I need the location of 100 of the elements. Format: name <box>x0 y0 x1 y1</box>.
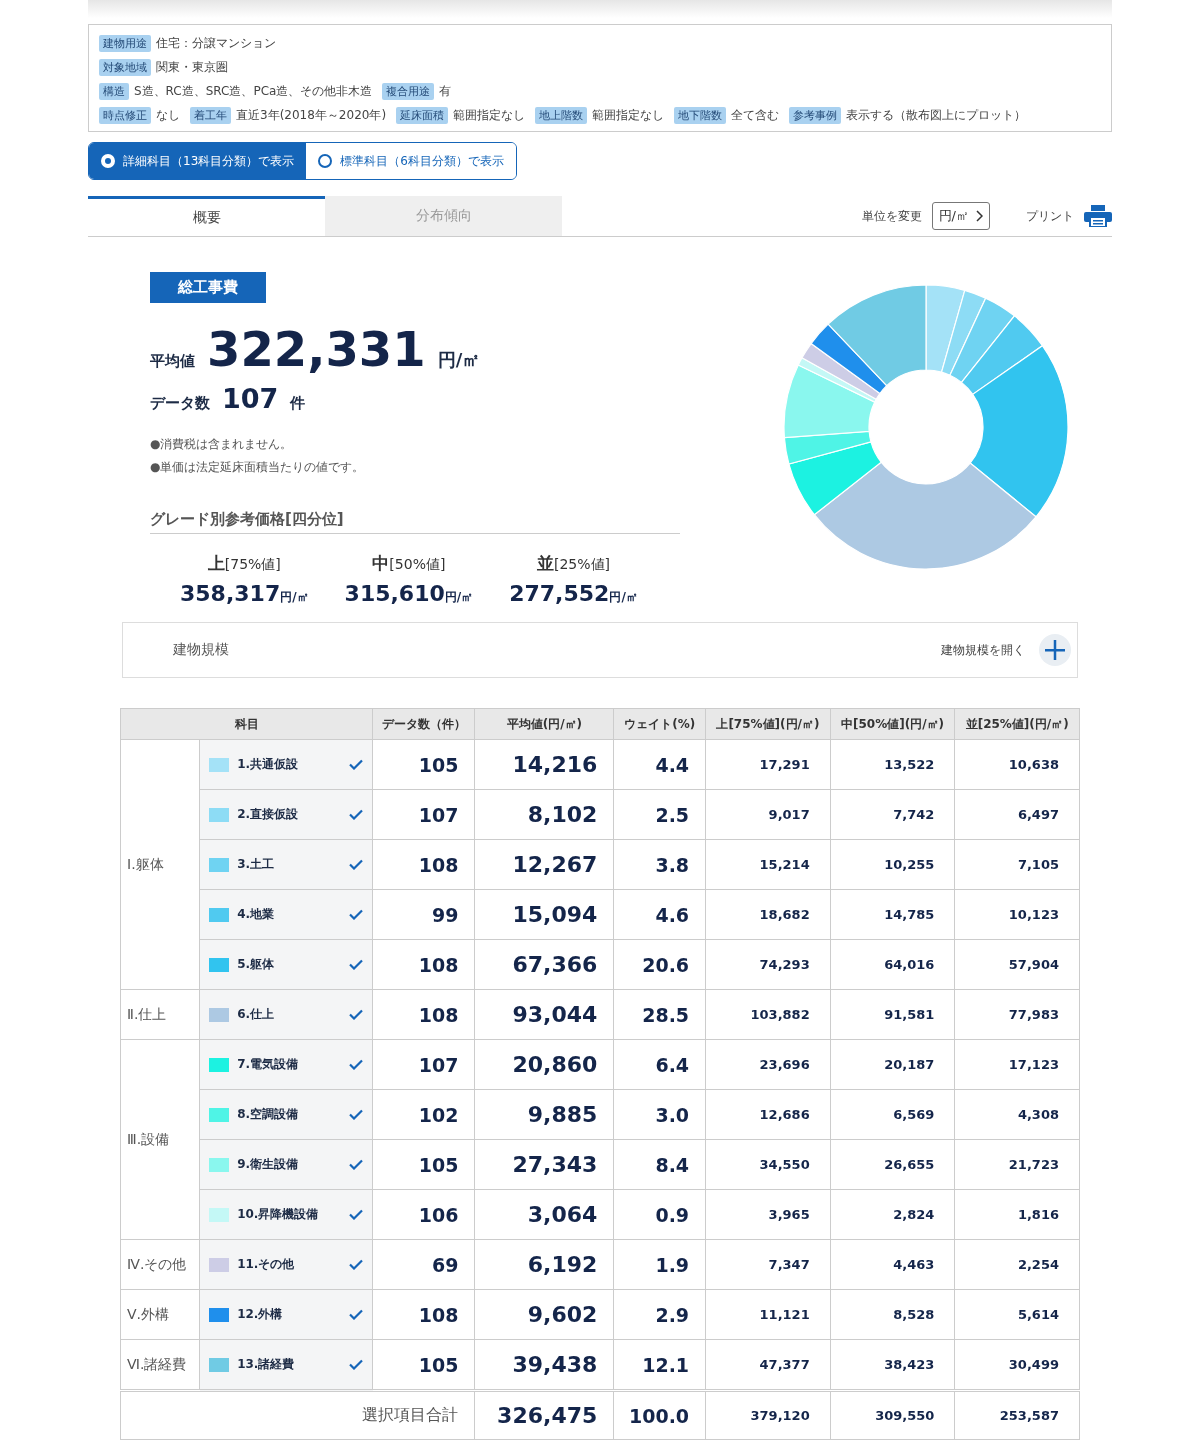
check-icon[interactable] <box>349 959 364 970</box>
plus-icon <box>1045 640 1065 660</box>
filter-tag: 地上階数 <box>535 106 588 124</box>
table-cell: 100.0 <box>613 1390 706 1440</box>
column-header: 上[75%値](円/㎡) <box>705 708 831 740</box>
item-name: 9.衛生設備 <box>237 1156 300 1173</box>
item-name: 6.仕上 <box>237 1006 276 1023</box>
item-name: 11.その他 <box>237 1256 296 1273</box>
grade-title: グレード別参考価格[四分位] <box>150 510 680 534</box>
table-cell: 9,017 <box>705 789 831 840</box>
table-cell: 379,120 <box>705 1390 831 1440</box>
table-cell: 57,904 <box>954 939 1080 990</box>
table-cell: 20.6 <box>613 939 706 990</box>
chevron-right-icon <box>975 210 983 222</box>
table-cell: 10,255 <box>830 839 955 890</box>
table-cell: 105 <box>372 1139 475 1190</box>
item-name: 10.昇降機設備 <box>237 1206 320 1223</box>
table-cell: 12,267 <box>474 839 614 890</box>
table-cell: 99 <box>372 889 475 940</box>
filter-value: 全て含む <box>731 106 780 124</box>
table-cell: 28.5 <box>613 989 706 1040</box>
table-cell: 108 <box>372 939 475 990</box>
count-value: 107 <box>222 383 279 414</box>
check-icon[interactable] <box>349 1059 364 1070</box>
column-header: 平均値(円/㎡) <box>474 708 614 740</box>
note-text: ●消費税は含まれません。 <box>150 436 294 453</box>
item-name: 2.直接仮設 <box>237 806 300 823</box>
table-cell: 14,216 <box>474 739 614 790</box>
filter-tag: 地下階数 <box>674 106 727 124</box>
total-label: 選択項目合計 <box>120 1390 475 1440</box>
unit-button[interactable]: 円/㎡ <box>931 202 990 230</box>
table-cell: 7,105 <box>954 839 1080 890</box>
check-icon[interactable] <box>349 1309 364 1320</box>
table-cell: 8,528 <box>830 1289 955 1340</box>
item-name: 3.土工 <box>237 856 276 873</box>
table-cell: 326,475 <box>474 1390 614 1440</box>
check-icon[interactable] <box>349 859 364 870</box>
unit-text: 件 <box>290 394 306 413</box>
table-cell: 17,291 <box>705 739 831 790</box>
table-cell: 2.5 <box>613 789 706 840</box>
table-cell: 26,655 <box>830 1139 955 1190</box>
table-cell: 17,123 <box>954 1039 1080 1090</box>
check-icon[interactable] <box>349 1259 364 1270</box>
check-icon[interactable] <box>349 1109 364 1120</box>
table-cell: 9,885 <box>474 1089 614 1140</box>
table-cell: 10,638 <box>954 739 1080 790</box>
check-icon[interactable] <box>349 1159 364 1170</box>
filter-value: 直近3年(2018年～2020年) <box>236 106 387 124</box>
filter-value: S造、RC造、SRC造、PCa造、その他非木造 <box>134 82 373 100</box>
table-cell: 67,366 <box>474 939 614 990</box>
table-cell: 7,347 <box>705 1239 831 1290</box>
table-cell: 27,343 <box>474 1139 614 1190</box>
percentile-label: [50%値] <box>389 556 446 572</box>
panel-title: 建物規模 <box>173 641 229 659</box>
grade-value: 315,610 <box>344 581 445 606</box>
table-cell: 108 <box>372 839 475 890</box>
check-icon[interactable] <box>349 1359 364 1370</box>
average-label: 平均値 <box>150 352 195 371</box>
table-cell: 107 <box>372 1039 475 1090</box>
item-name: 1.共通仮設 <box>237 756 300 773</box>
group-cell: Ⅱ.仕上 <box>120 989 200 1040</box>
filter-value: 有 <box>439 82 452 100</box>
table-cell: 3.8 <box>613 839 706 890</box>
table-cell: 91,581 <box>830 989 955 1040</box>
table-cell: 15,094 <box>474 889 614 940</box>
check-icon[interactable] <box>349 759 364 770</box>
table-cell: 8.4 <box>613 1139 706 1190</box>
table-cell: 107 <box>372 789 475 840</box>
table-cell: 7,742 <box>830 789 955 840</box>
expand-button[interactable] <box>1039 634 1071 666</box>
table-cell: 108 <box>372 1289 475 1340</box>
check-icon[interactable] <box>349 1009 364 1020</box>
check-icon[interactable] <box>349 809 364 820</box>
filter-tag: 建物用途 <box>99 34 151 52</box>
table-cell: 4,463 <box>830 1239 955 1290</box>
table-cell: 34,550 <box>705 1139 831 1190</box>
filter-tag: 複合用途 <box>382 82 435 100</box>
unit-text: 円/㎡ <box>609 590 638 604</box>
table-cell: 3,965 <box>705 1189 831 1240</box>
item-name: 12.外構 <box>237 1306 284 1323</box>
table-cell: 15,214 <box>705 839 831 890</box>
table-cell: 10,123 <box>954 889 1080 940</box>
filter-tag: 構造 <box>99 82 129 100</box>
table-cell: 20,860 <box>474 1039 614 1090</box>
check-icon[interactable] <box>349 1209 364 1220</box>
printer-icon[interactable] <box>1084 205 1112 227</box>
check-icon[interactable] <box>349 909 364 920</box>
radio-icon <box>318 154 333 168</box>
filter-tag: 時点修正 <box>99 106 151 124</box>
group-cell: Ⅰ.躯体 <box>120 739 200 990</box>
unit-text: 円/㎡ <box>437 348 481 372</box>
table-cell: 11,121 <box>705 1289 831 1340</box>
column-header: 科目 <box>120 708 373 740</box>
table-cell: 102 <box>372 1089 475 1140</box>
grade-label: 中 <box>372 553 390 573</box>
average-value: 322,331 <box>207 321 426 377</box>
group-cell: Ⅳ.その他 <box>120 1239 200 1290</box>
view-option-radio[interactable]: 詳細科目（13科目分類）で表示 <box>89 143 307 179</box>
item-name: 8.空調設備 <box>237 1106 300 1123</box>
table-cell: 2,254 <box>954 1239 1080 1290</box>
